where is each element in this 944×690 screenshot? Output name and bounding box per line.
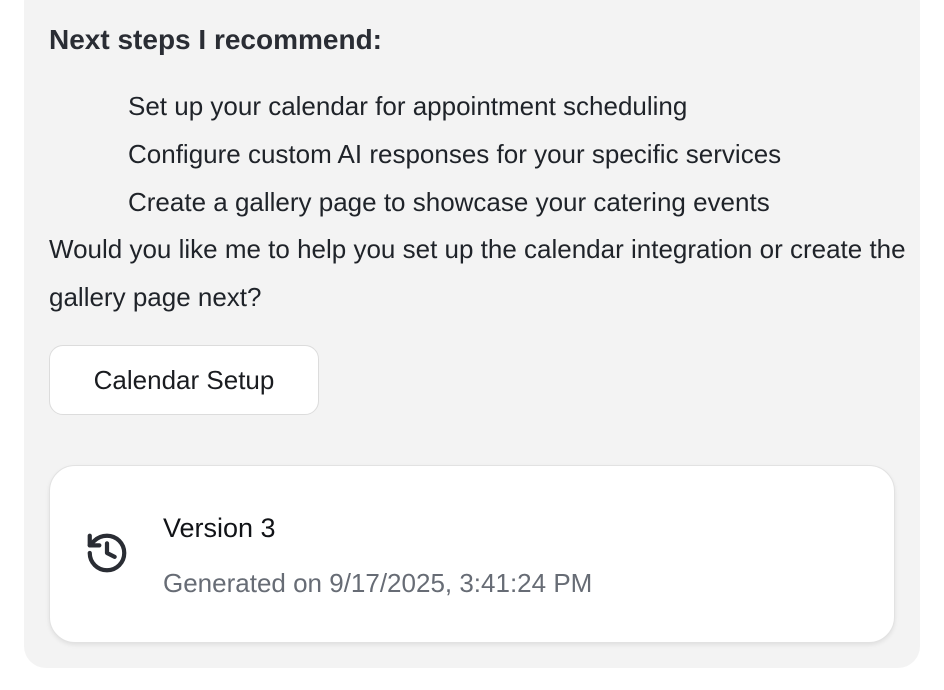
list-item: Configure custom AI responses for your s…: [128, 139, 782, 169]
version-timestamp: Generated on 9/17/2025, 3:41:24 PM: [163, 568, 593, 598]
history-icon: [84, 530, 130, 576]
list-item: Create a gallery page to showcase your c…: [128, 187, 770, 217]
calendar-setup-button[interactable]: Calendar Setup: [49, 345, 319, 415]
next-steps-list: Set up your calendar for appointment sch…: [128, 82, 781, 226]
version-card[interactable]: Version 3 Generated on 9/17/2025, 3:41:2…: [49, 465, 895, 643]
version-title: Version 3: [163, 513, 276, 543]
follow-up-question: Would you like me to help you set up the…: [49, 234, 906, 312]
next-steps-heading: Next steps I recommend:: [49, 24, 382, 55]
list-item: Set up your calendar for appointment sch…: [128, 91, 688, 121]
